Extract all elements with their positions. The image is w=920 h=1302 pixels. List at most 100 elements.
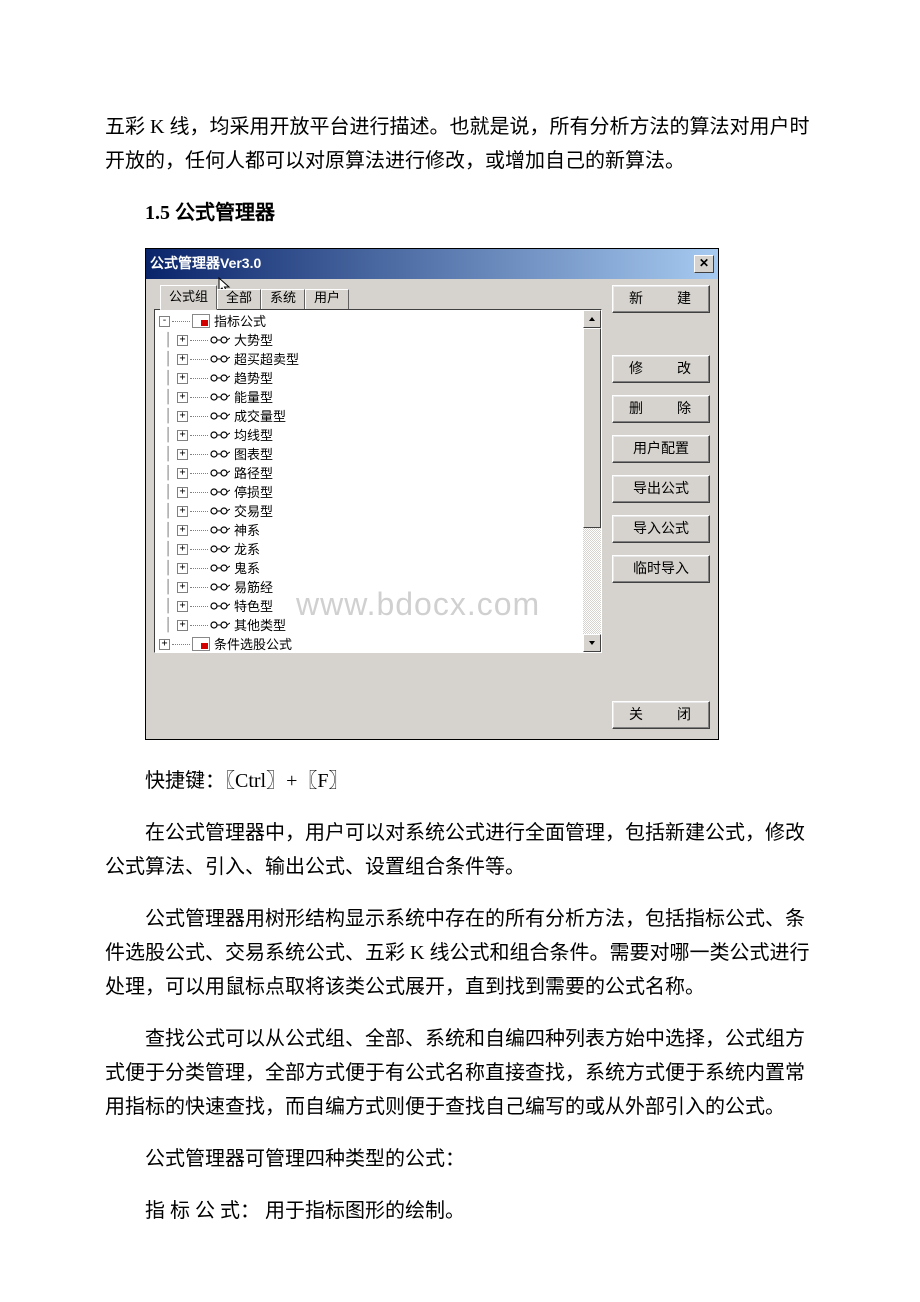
tree-child-label: 超买超卖型 — [234, 350, 299, 369]
collapse-icon[interactable]: - — [159, 316, 170, 327]
expand-icon[interactable]: + — [177, 582, 188, 593]
glasses-icon — [210, 372, 230, 384]
tree-child-item[interactable]: │+交易型 — [159, 502, 601, 521]
shortcut-line: 快捷键：〖Ctrl〗+〖F〗 — [105, 764, 815, 798]
glasses-icon — [210, 486, 230, 498]
glasses-icon — [210, 600, 230, 612]
expand-icon[interactable]: + — [177, 525, 188, 536]
new-button[interactable]: 新 建 — [612, 285, 710, 313]
expand-icon[interactable]: + — [177, 373, 188, 384]
close-button[interactable]: 关 闭 — [612, 701, 710, 729]
glasses-icon — [210, 562, 230, 574]
expand-icon[interactable]: + — [177, 411, 188, 422]
expand-icon[interactable]: + — [177, 468, 188, 479]
tree-child-item[interactable]: │+大势型 — [159, 331, 601, 350]
tree-child-item[interactable]: │+均线型 — [159, 426, 601, 445]
delete-button[interactable]: 删 除 — [612, 395, 710, 423]
tab-strip: 公式组 全部 系统 用户 — [160, 285, 602, 309]
expand-icon[interactable]: + — [177, 601, 188, 612]
scroll-thumb[interactable] — [583, 328, 601, 528]
tree-child-item[interactable]: │+超买超卖型 — [159, 350, 601, 369]
expand-icon[interactable]: + — [177, 354, 188, 365]
user-config-button[interactable]: 用户配置 — [612, 435, 710, 463]
modify-button[interactable]: 修 改 — [612, 355, 710, 383]
expand-icon[interactable]: + — [177, 506, 188, 517]
scroll-up-button[interactable] — [583, 310, 601, 328]
tree-child-item[interactable]: │+能量型 — [159, 388, 601, 407]
tree-child-label: 鬼系 — [234, 559, 260, 578]
tree-child-label: 大势型 — [234, 331, 273, 350]
tree-child-item[interactable]: │+龙系 — [159, 540, 601, 559]
scroll-down-button[interactable] — [583, 634, 601, 652]
tree-child-label: 能量型 — [234, 388, 273, 407]
tab-user[interactable]: 用户 — [305, 289, 349, 309]
tree-child-label: 交易型 — [234, 502, 273, 521]
tree-child-item[interactable]: │+路径型 — [159, 464, 601, 483]
chevron-down-icon — [588, 640, 596, 646]
expand-icon[interactable]: + — [177, 620, 188, 631]
tree-child-item[interactable]: │+趋势型 — [159, 369, 601, 388]
glasses-icon — [210, 505, 230, 517]
tree-child-label: 路径型 — [234, 464, 273, 483]
tree-child-item[interactable]: │+停损型 — [159, 483, 601, 502]
glasses-icon — [210, 619, 230, 631]
tree-child-label: 其他类型 — [234, 616, 286, 635]
tree-panel: - 指标公式 │+大势型│+超买超卖型│+趋势型│+能量型│+成交量型│+均线型… — [154, 309, 602, 653]
tree-child-label: 停损型 — [234, 483, 273, 502]
tree-child-label: 龙系 — [234, 540, 260, 559]
tree-child-label: 趋势型 — [234, 369, 273, 388]
glasses-icon — [210, 353, 230, 365]
close-icon[interactable]: ✕ — [694, 255, 714, 273]
expand-icon[interactable]: + — [177, 563, 188, 574]
tree-child-item[interactable]: │+易筋经 — [159, 578, 601, 597]
glasses-icon — [210, 410, 230, 422]
tree-child-label: 易筋经 — [234, 578, 273, 597]
chevron-up-icon — [588, 316, 596, 322]
expand-icon[interactable]: + — [177, 544, 188, 555]
tree-item[interactable]: + 条件选股公式 — [159, 635, 601, 653]
temp-import-button[interactable]: 临时导入 — [612, 555, 710, 583]
tree-child-label: 成交量型 — [234, 407, 286, 426]
glasses-icon — [210, 524, 230, 536]
expand-icon[interactable]: + — [177, 449, 188, 460]
glasses-icon — [210, 581, 230, 593]
tree-root-item[interactable]: - 指标公式 — [159, 312, 601, 331]
tab-system[interactable]: 系统 — [261, 289, 305, 309]
folder-icon — [192, 314, 210, 328]
tree-child-item[interactable]: │+图表型 — [159, 445, 601, 464]
import-button[interactable]: 导入公式 — [612, 515, 710, 543]
tab-all[interactable]: 全部 — [217, 289, 261, 309]
export-button[interactable]: 导出公式 — [612, 475, 710, 503]
expand-icon[interactable]: + — [177, 392, 188, 403]
expand-icon[interactable]: + — [177, 335, 188, 346]
glasses-icon — [210, 429, 230, 441]
glasses-icon — [210, 334, 230, 346]
body-paragraph: 指 标 公 式： 用于指标图形的绘制。 — [105, 1194, 815, 1228]
expand-icon[interactable]: + — [159, 639, 170, 650]
folder-icon — [192, 637, 210, 651]
section-heading: 1.5 公式管理器 — [105, 196, 815, 230]
tab-formula-group[interactable]: 公式组 — [160, 285, 217, 310]
body-paragraph: 在公式管理器中，用户可以对系统公式进行全面管理，包括新建公式，修改公式算法、引入… — [105, 816, 815, 884]
tree-child-item[interactable]: │+成交量型 — [159, 407, 601, 426]
tree-child-item[interactable]: │+神系 — [159, 521, 601, 540]
body-paragraph: 公式管理器用树形结构显示系统中存在的所有分析方法，包括指标公式、条件选股公式、交… — [105, 902, 815, 1004]
expand-icon[interactable]: + — [177, 430, 188, 441]
tree-child-item[interactable]: │+特色型 — [159, 597, 601, 616]
glasses-icon — [210, 391, 230, 403]
glasses-icon — [210, 467, 230, 479]
expand-icon[interactable]: + — [177, 487, 188, 498]
scroll-track[interactable] — [583, 328, 601, 634]
dialog-screenshot: 公式管理器Ver3.0 ✕ www.bdocx.com 公式组 全部 系统 用户 — [145, 248, 815, 740]
tree-child-label: 特色型 — [234, 597, 273, 616]
body-paragraph: 查找公式可以从公式组、全部、系统和自编四种列表方始中选择，公式组方式便于分类管理… — [105, 1022, 815, 1124]
tree-child-label: 神系 — [234, 521, 260, 540]
glasses-icon — [210, 448, 230, 460]
tree-child-label: 图表型 — [234, 445, 273, 464]
tree-child-item[interactable]: │+鬼系 — [159, 559, 601, 578]
tree-child-item[interactable]: │+其他类型 — [159, 616, 601, 635]
body-paragraph: 公式管理器可管理四种类型的公式： — [105, 1142, 815, 1176]
scrollbar[interactable] — [583, 310, 601, 652]
title-text: 公式管理器Ver3.0 — [150, 252, 261, 276]
intro-paragraph: 五彩 K 线，均采用开放平台进行描述。也就是说，所有分析方法的算法对用户时开放的… — [105, 110, 815, 178]
